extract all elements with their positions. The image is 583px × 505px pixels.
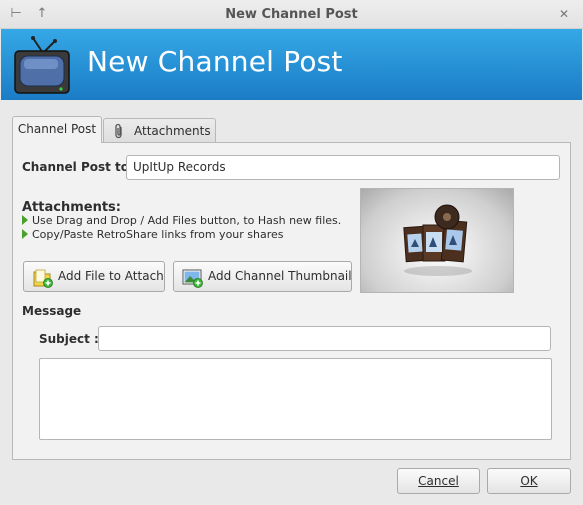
cancel-button[interactable]: Cancel xyxy=(397,468,480,494)
add-file-button[interactable]: Add File to Attach xyxy=(23,261,165,292)
arrow-right-icon xyxy=(22,229,28,239)
channel-thumbnail-preview xyxy=(360,188,514,293)
ok-label: OK xyxy=(520,474,538,488)
message-body-field[interactable] xyxy=(39,358,552,440)
ok-button[interactable]: OK xyxy=(487,468,571,494)
film-reel-icon xyxy=(403,204,472,276)
window-title: New Channel Post xyxy=(225,7,358,22)
channel-post-to-label: Channel Post to: xyxy=(22,160,134,174)
tv-icon xyxy=(13,35,73,97)
channel-post-to-field[interactable]: UpItUp Records xyxy=(126,155,560,180)
cancel-label: Cancel xyxy=(418,474,459,488)
tab-attachments-label: Attachments xyxy=(134,124,211,138)
subject-label: Subject : xyxy=(39,332,99,346)
paperclip-icon xyxy=(113,123,125,139)
tab-attachments[interactable]: Attachments xyxy=(103,118,216,144)
add-file-label: Add File to Attach xyxy=(58,269,164,283)
add-image-icon xyxy=(182,268,203,288)
arrow-right-icon xyxy=(22,215,28,225)
header-banner: New Channel Post xyxy=(1,29,582,100)
attachments-hint-2: Copy/Paste RetroShare links from your sh… xyxy=(22,228,284,241)
close-icon[interactable]: ✕ xyxy=(556,5,572,23)
add-channel-thumbnail-label: Add Channel Thumbnail xyxy=(208,269,352,283)
add-channel-thumbnail-button[interactable]: Add Channel Thumbnail xyxy=(173,261,352,292)
attachments-hint-1: Use Drag and Drop / Add Files button, to… xyxy=(22,214,341,227)
tab-channel-post[interactable]: Channel Post xyxy=(12,116,102,143)
message-heading: Message xyxy=(22,304,82,318)
subject-field[interactable] xyxy=(98,326,551,351)
add-file-icon xyxy=(32,268,53,288)
banner-title: New Channel Post xyxy=(87,45,343,78)
title-bar: ⊢ ↑ New Channel Post ✕ xyxy=(0,0,583,29)
attachments-heading: Attachments: xyxy=(22,200,121,215)
